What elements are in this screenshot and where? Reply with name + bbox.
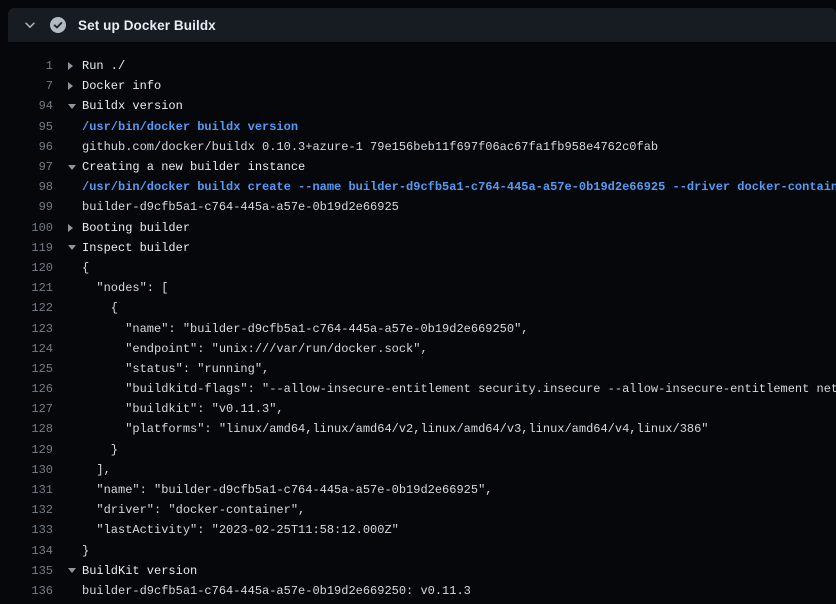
triangle-down-icon[interactable]: [68, 165, 82, 170]
log-line: 98 /usr/bin/docker buildx create --name …: [0, 177, 836, 197]
log-text: Buildx version: [82, 99, 183, 113]
log-text: "name": "builder-d9cfb5a1-c764-445a-a57e…: [82, 483, 492, 497]
chevron-down-icon[interactable]: [23, 18, 37, 32]
line-number[interactable]: 129: [0, 443, 53, 457]
triangle-right-icon[interactable]: [68, 62, 82, 70]
log-line[interactable]: 135 BuildKit version: [0, 561, 836, 581]
log-text: /usr/bin/docker buildx version: [82, 120, 298, 134]
log-line[interactable]: 7 Docker info: [0, 76, 836, 96]
log-text: Run ./: [82, 59, 125, 73]
line-number[interactable]: 97: [0, 160, 53, 174]
log-line: 127 "buildkit": "v0.11.3",: [0, 399, 836, 419]
line-number[interactable]: 132: [0, 503, 53, 517]
log-line: 125 "status": "running",: [0, 359, 836, 379]
log-line: 128 "platforms": "linux/amd64,linux/amd6…: [0, 419, 836, 439]
triangle-down-icon[interactable]: [68, 104, 82, 109]
triangle-right-icon[interactable]: [68, 224, 82, 232]
log-line: 99 builder-d9cfb5a1-c764-445a-a57e-0b19d…: [0, 197, 836, 217]
line-number[interactable]: 95: [0, 120, 53, 134]
line-number[interactable]: 119: [0, 241, 53, 255]
log-line[interactable]: 100 Booting builder: [0, 218, 836, 238]
check-circle-icon: [50, 17, 66, 33]
triangle-down-icon[interactable]: [68, 245, 82, 250]
log-text: "lastActivity": "2023-02-25T11:58:12.000…: [82, 523, 399, 537]
log-line[interactable]: 1 Run ./: [0, 56, 836, 76]
line-number[interactable]: 100: [0, 221, 53, 235]
log-line: 133 "lastActivity": "2023-02-25T11:58:12…: [0, 520, 836, 540]
log-text: Booting builder: [82, 221, 190, 235]
log-line: 129 }: [0, 440, 836, 460]
line-number[interactable]: 99: [0, 200, 53, 214]
line-number[interactable]: 1: [0, 59, 53, 73]
line-number[interactable]: 125: [0, 362, 53, 376]
log-text: github.com/docker/buildx 0.10.3+azure-1 …: [82, 140, 658, 154]
line-number[interactable]: 136: [0, 584, 53, 598]
log-line: 136 builder-d9cfb5a1-c764-445a-a57e-0b19…: [0, 581, 836, 601]
log-viewer: 1 Run ./ 7 Docker info 94 Buildx version…: [0, 42, 836, 601]
log-text: Inspect builder: [82, 241, 190, 255]
line-number[interactable]: 126: [0, 382, 53, 396]
log-line: 131 "name": "builder-d9cfb5a1-c764-445a-…: [0, 480, 836, 500]
triangle-down-icon[interactable]: [68, 568, 82, 573]
line-number[interactable]: 128: [0, 422, 53, 436]
line-number[interactable]: 135: [0, 564, 53, 578]
log-line: 95 /usr/bin/docker buildx version: [0, 117, 836, 137]
log-text: "buildkit": "v0.11.3",: [82, 402, 284, 416]
log-text: builder-d9cfb5a1-c764-445a-a57e-0b19d2e6…: [82, 200, 399, 214]
log-text: "driver": "docker-container",: [82, 503, 305, 517]
step-title: Set up Docker Buildx: [78, 18, 216, 33]
log-text: ],: [82, 463, 111, 477]
line-number[interactable]: 120: [0, 261, 53, 275]
log-text: /usr/bin/docker buildx create --name bui…: [82, 180, 836, 194]
log-line[interactable]: 97 Creating a new builder instance: [0, 157, 836, 177]
log-line: 130 ],: [0, 460, 836, 480]
line-number[interactable]: 123: [0, 322, 53, 336]
line-number[interactable]: 131: [0, 483, 53, 497]
line-number[interactable]: 98: [0, 180, 53, 194]
log-line: 121 "nodes": [: [0, 278, 836, 298]
log-line: 126 "buildkitd-flags": "--allow-insecure…: [0, 379, 836, 399]
log-line[interactable]: 94 Buildx version: [0, 96, 836, 116]
log-text: BuildKit version: [82, 564, 197, 578]
log-text: }: [82, 443, 118, 457]
step-header[interactable]: Set up Docker Buildx: [8, 8, 836, 42]
log-line: 123 "name": "builder-d9cfb5a1-c764-445a-…: [0, 318, 836, 338]
log-line: 124 "endpoint": "unix:///var/run/docker.…: [0, 339, 836, 359]
log-line[interactable]: 119 Inspect builder: [0, 238, 836, 258]
log-text: "status": "running",: [82, 362, 269, 376]
line-number[interactable]: 127: [0, 402, 53, 416]
line-number[interactable]: 96: [0, 140, 53, 154]
log-line: 134 }: [0, 541, 836, 561]
line-number[interactable]: 134: [0, 544, 53, 558]
log-text: {: [82, 261, 89, 275]
log-line: 96 github.com/docker/buildx 0.10.3+azure…: [0, 137, 836, 157]
log-text: "name": "builder-d9cfb5a1-c764-445a-a57e…: [82, 322, 528, 336]
log-text: builder-d9cfb5a1-c764-445a-a57e-0b19d2e6…: [82, 584, 471, 598]
log-text: "nodes": [: [82, 281, 168, 295]
log-line: 122 {: [0, 298, 836, 318]
line-number[interactable]: 121: [0, 281, 53, 295]
log-line: 120 {: [0, 258, 836, 278]
log-text: Creating a new builder instance: [82, 160, 305, 174]
log-text: "endpoint": "unix:///var/run/docker.sock…: [82, 342, 428, 356]
log-text: "platforms": "linux/amd64,linux/amd64/v2…: [82, 422, 709, 436]
log-text: "buildkitd-flags": "--allow-insecure-ent…: [82, 382, 836, 396]
line-number[interactable]: 124: [0, 342, 53, 356]
line-number[interactable]: 133: [0, 523, 53, 537]
log-text: Docker info: [82, 79, 161, 93]
line-number[interactable]: 94: [0, 99, 53, 113]
triangle-right-icon[interactable]: [68, 82, 82, 90]
log-text: {: [82, 301, 118, 315]
line-number[interactable]: 122: [0, 301, 53, 315]
log-text: }: [82, 544, 89, 558]
log-line: 132 "driver": "docker-container",: [0, 500, 836, 520]
line-number[interactable]: 130: [0, 463, 53, 477]
line-number[interactable]: 7: [0, 79, 53, 93]
